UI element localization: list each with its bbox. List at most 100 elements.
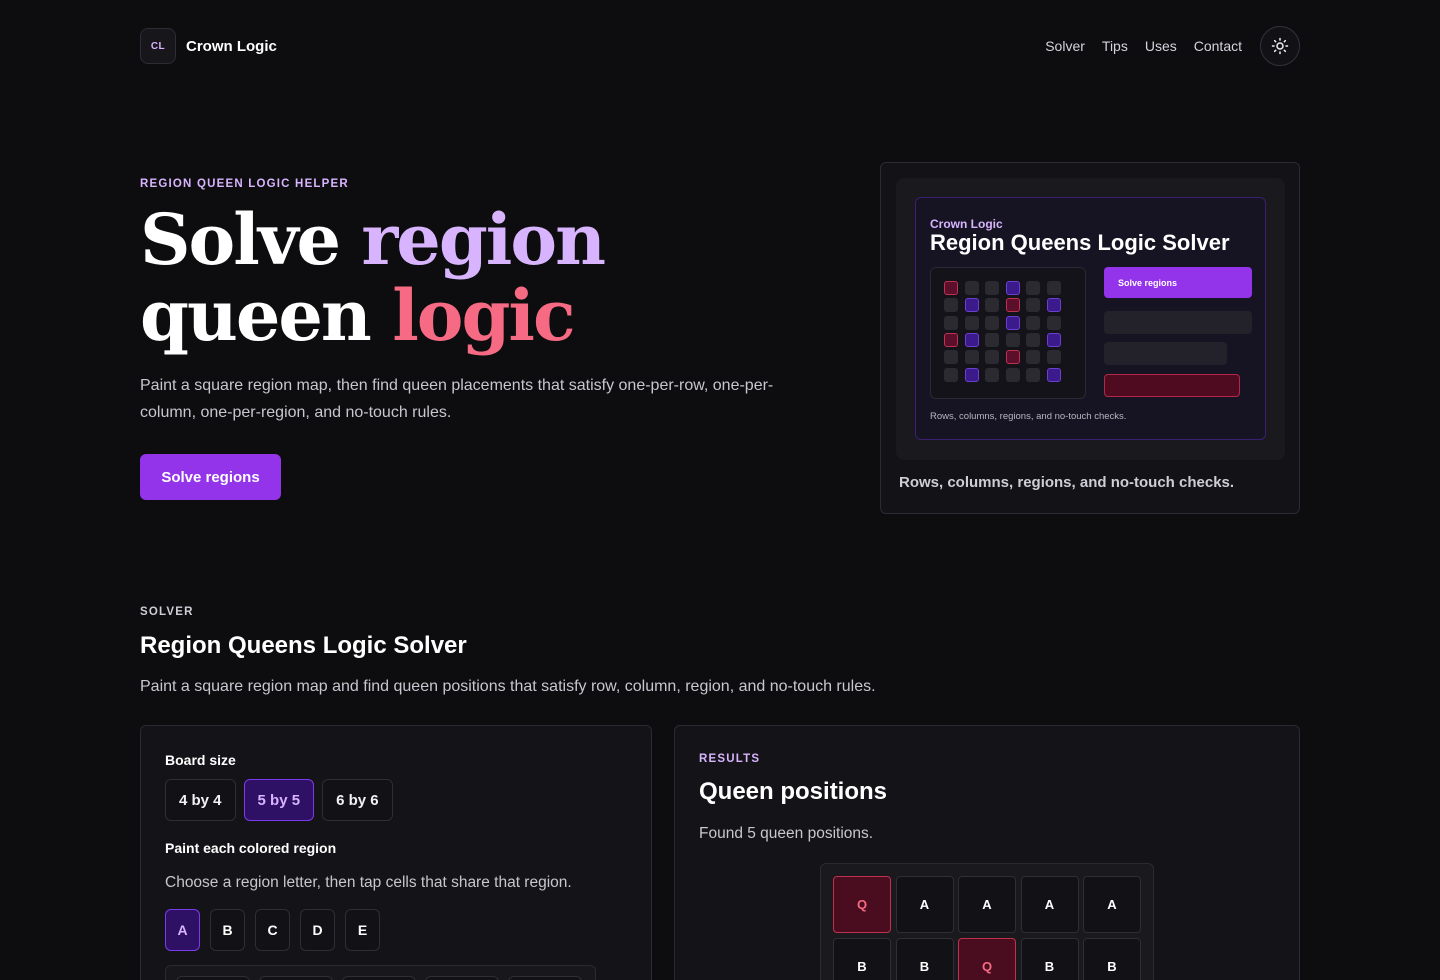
results-title: Queen positions [699,778,888,805]
solver-title: Region Queens Logic Solver [140,632,467,659]
preview-title: Region Queens Logic Solver [930,230,1230,255]
preview-board-cell [964,315,979,330]
region-paint-board [165,965,596,980]
preview-board-cell [944,281,958,295]
hero-description: Paint a square region map, then find que… [140,377,774,421]
main-nav: Solver Tips Uses Contact [1045,26,1300,66]
result-cell: A [958,876,1016,933]
brand-logo: CL [140,28,176,64]
site-header: CL Crown Logic Solver Tips Uses Contact [140,26,1300,66]
region-a-button[interactable]: A [165,909,200,951]
preview-board-cell [985,315,1000,330]
preview-inner-caption: Rows, columns, regions, and no-touch che… [930,411,1127,422]
app-preview-frame: Crown Logic Region Queens Logic Solver S… [896,178,1285,460]
result-cell: B [1020,938,1079,980]
hero-title-word: region [361,198,606,281]
result-cell: A [1083,876,1141,933]
solver-description: Paint a square region map and find queen… [140,678,876,695]
hero-title: Solve region queen logic [140,202,780,354]
hero-title-word: logic [392,274,575,357]
result-cell: A [895,876,954,933]
size-5-button[interactable]: 5 by 5 [243,779,315,821]
preview-placeholder-bar [1104,311,1252,334]
size-4-button[interactable]: 4 by 4 [165,779,236,821]
paint-region-label: Paint each colored region [165,840,337,856]
hero-title-word: Solve [140,198,341,281]
board-size-label: Board size [165,752,236,768]
preview-board-cell [985,367,1000,382]
paint-region-hint: Choose a region letter, then tap cells t… [165,874,572,891]
preview-board-cell [985,350,1000,365]
preview-board-cell [985,298,1000,313]
hero-eyebrow: REGION QUEEN LOGIC HELPER [140,178,349,190]
preview-result-bar [1104,374,1240,397]
preview-board-cell [1005,350,1020,365]
sun-icon [1271,37,1289,55]
board-cell[interactable] [176,976,250,980]
board-cell[interactable] [425,976,499,980]
solver-controls-panel: Board size 4 by 4 5 by 5 6 by 6 Paint ea… [140,725,652,980]
preview-board-cell [985,332,1000,347]
preview-board-cell [964,350,979,365]
preview-solve-button: Solve regions [1104,267,1252,298]
preview-board-cell [944,315,958,330]
theme-toggle-button[interactable] [1260,26,1300,66]
queen-cell: Q [958,938,1016,980]
region-letter-options: A B C D E [165,909,380,951]
preview-board-cell [944,367,958,382]
solver-eyebrow: SOLVER [140,606,194,618]
preview-board-cell [1026,298,1041,313]
preview-board-cell [1026,350,1041,365]
preview-board-cell [985,281,1000,295]
result-cell: B [1083,938,1141,980]
region-e-button[interactable]: E [345,909,380,951]
results-eyebrow: RESULTS [699,753,761,765]
result-board: QAAAABBQBB [820,863,1154,980]
preview-board-cell [1047,281,1061,295]
preview-board-cell [1005,332,1020,347]
preview-board-cell [1005,281,1020,295]
preview-board-cell [964,332,979,347]
app-preview-screen: Crown Logic Region Queens Logic Solver S… [915,197,1266,440]
solve-regions-button[interactable]: Solve regions [140,454,281,500]
region-d-button[interactable]: D [300,909,335,951]
brand[interactable]: CL Crown Logic [140,28,277,64]
queen-cell: Q [833,876,891,933]
preview-board-cell [944,298,958,313]
size-6-button[interactable]: 6 by 6 [322,779,393,821]
board-cell[interactable] [342,976,416,980]
result-cell: A [1020,876,1079,933]
preview-board-cell [1047,315,1061,330]
preview-board [930,267,1086,399]
preview-board-cell [1005,298,1020,313]
app-preview-card: Crown Logic Region Queens Logic Solver S… [880,162,1300,514]
nav-uses[interactable]: Uses [1145,38,1177,54]
board-cell[interactable] [259,976,333,980]
board-cell[interactable] [508,976,582,980]
region-c-button[interactable]: C [255,909,290,951]
region-b-button[interactable]: B [210,909,245,951]
hero-title-word: queen [140,274,372,357]
preview-board-cell [964,281,979,295]
nav-tips[interactable]: Tips [1102,38,1128,54]
results-summary: Found 5 queen positions. [699,825,874,842]
result-cell: B [833,938,891,980]
result-cell: B [895,938,954,980]
preview-board-cell [1026,315,1041,330]
preview-board-cell [1047,350,1061,365]
preview-board-cell [1005,315,1020,330]
preview-board-cell [964,367,979,382]
nav-contact[interactable]: Contact [1194,38,1242,54]
nav-solver[interactable]: Solver [1045,38,1085,54]
results-panel: RESULTS Queen positions Found 5 queen po… [674,725,1300,980]
preview-caption: Rows, columns, regions, and no-touch che… [899,474,1235,491]
preview-board-cell [964,298,979,313]
preview-board-cell [1047,367,1061,382]
board-size-options: 4 by 4 5 by 5 6 by 6 [165,779,393,821]
preview-board-cell [1026,281,1041,295]
preview-board-cell [1026,367,1041,382]
preview-placeholder-bar [1104,342,1227,365]
preview-board-cell [1026,332,1041,347]
preview-board-cell [1047,332,1061,347]
preview-board-cell [1005,367,1020,382]
